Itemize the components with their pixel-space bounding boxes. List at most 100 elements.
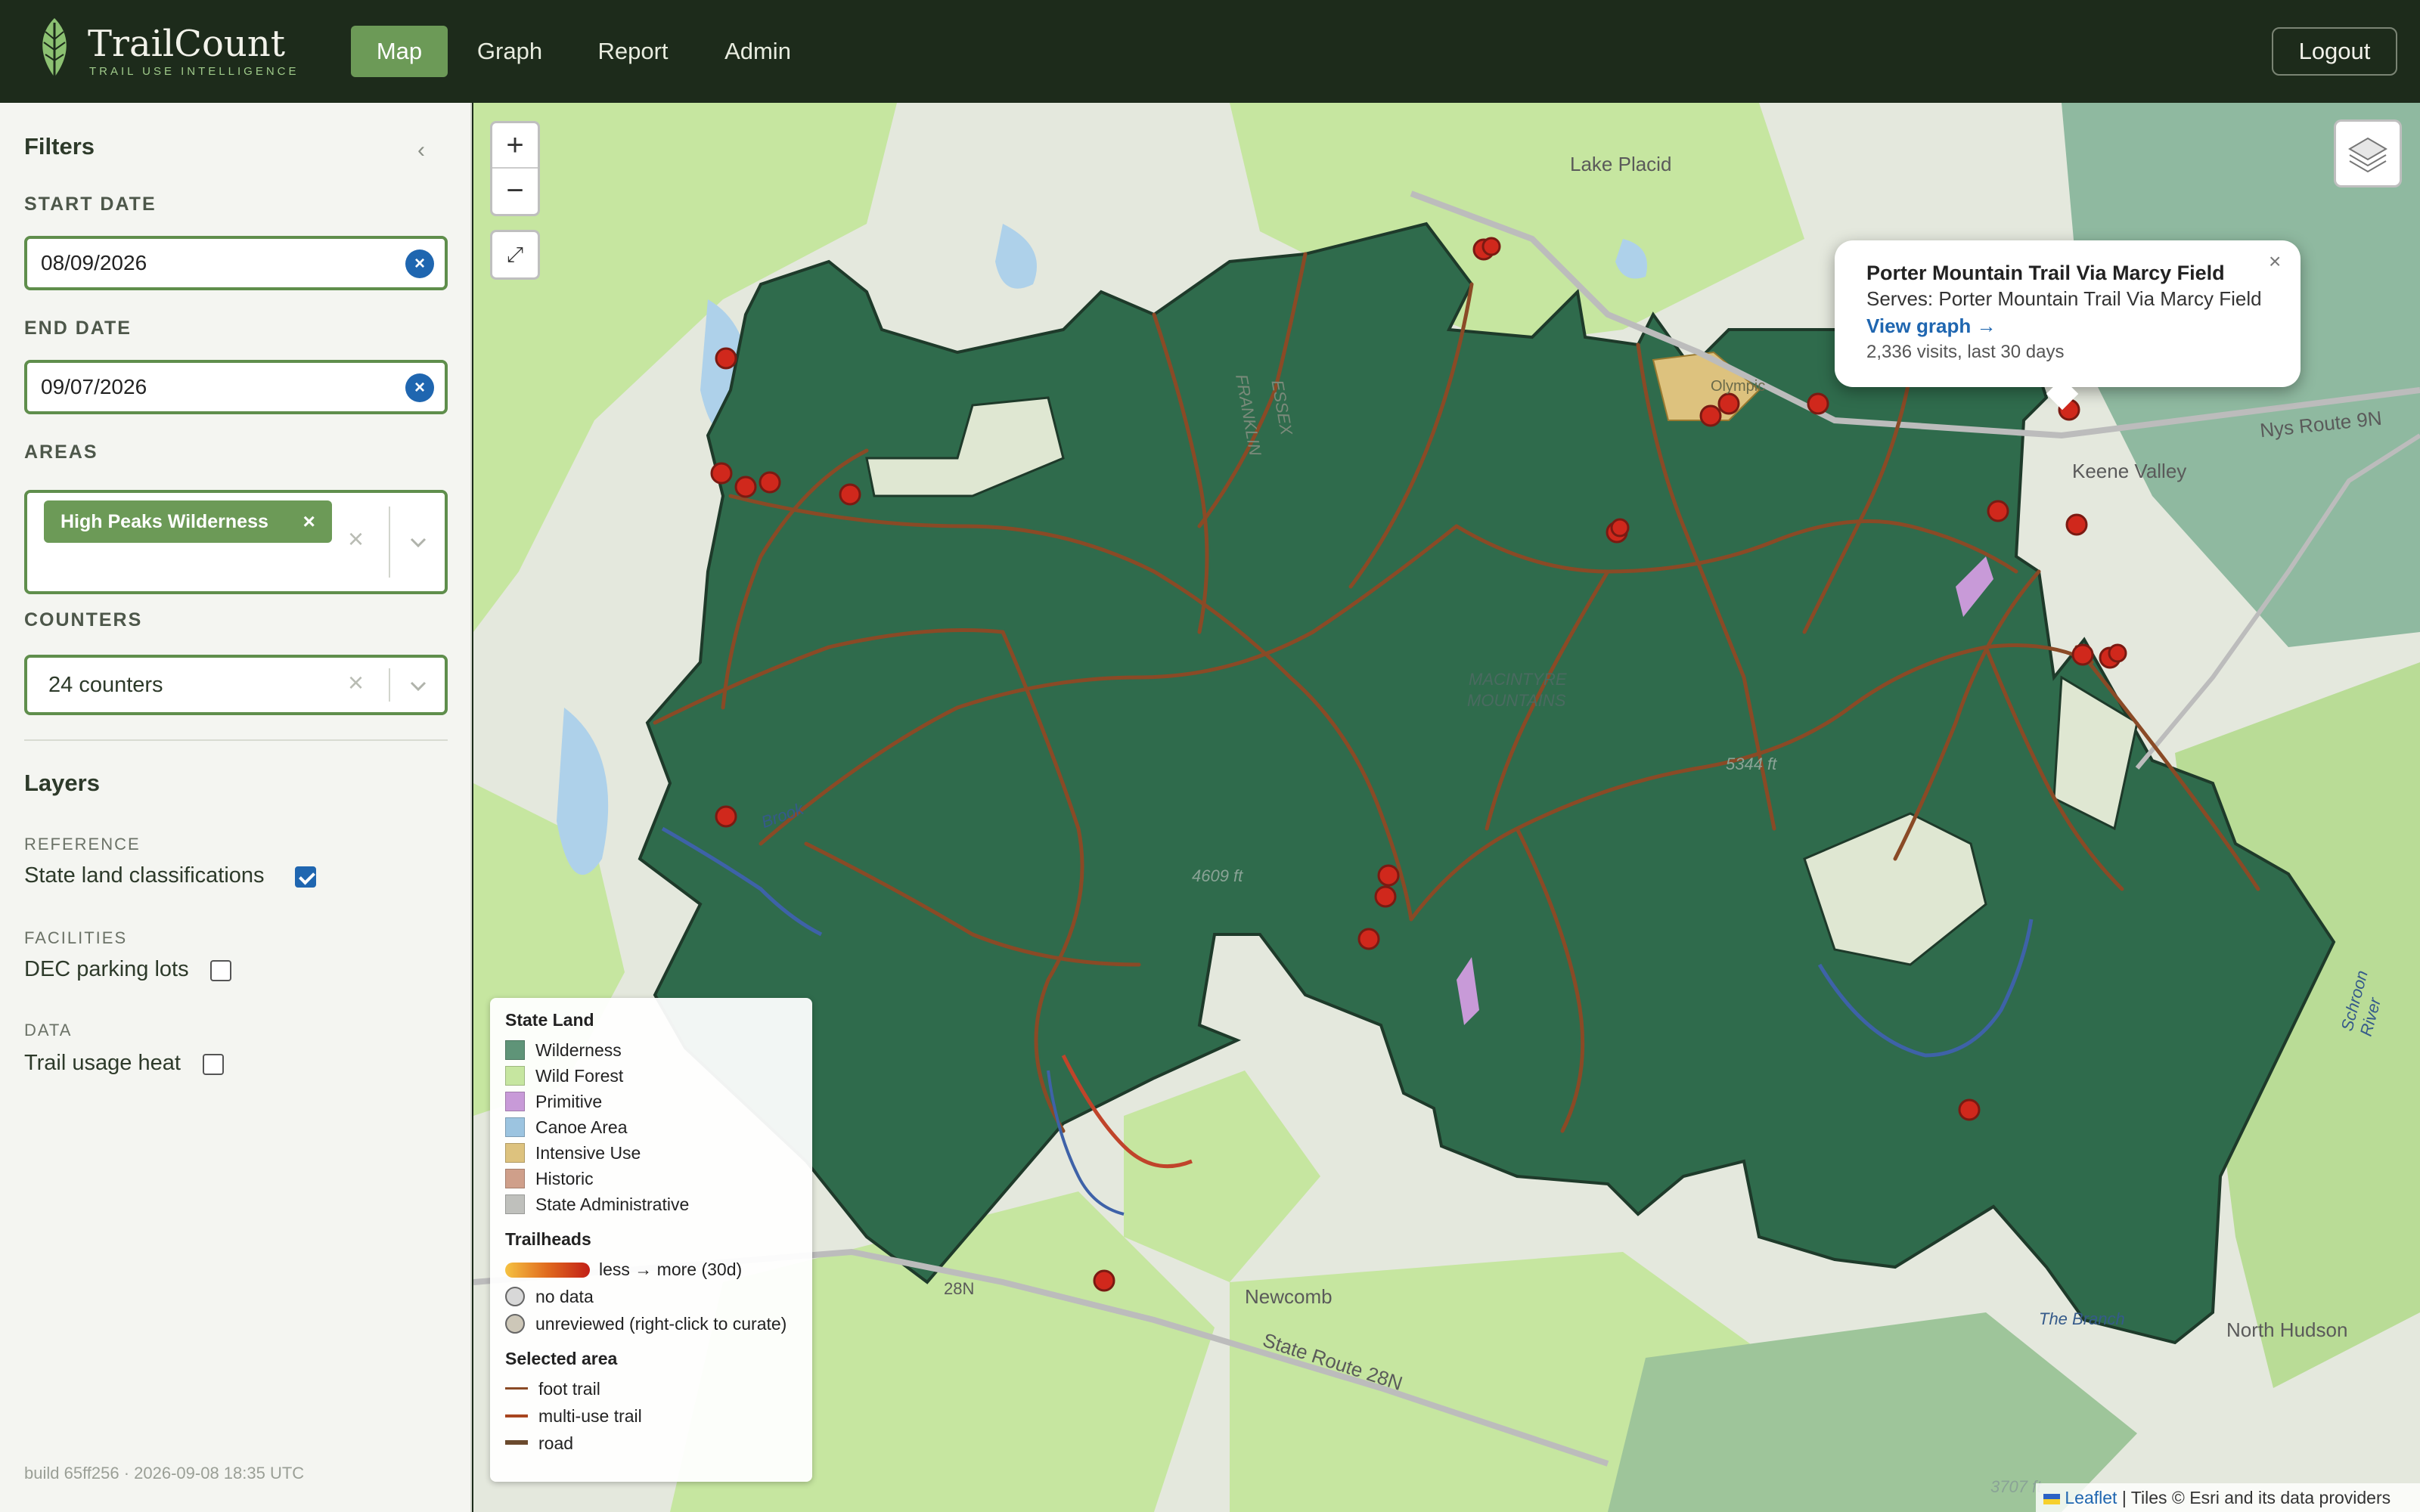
select-separator [389, 668, 390, 702]
historic-swatch [505, 1169, 525, 1188]
usage-ramp [505, 1263, 590, 1278]
trail-heat-checkbox[interactable] [203, 1054, 224, 1075]
map-legend: State Land Wilderness Wild Forest Primit… [490, 998, 812, 1482]
layers-button[interactable] [2334, 119, 2402, 187]
state-admin-swatch [505, 1194, 525, 1214]
parking-lots-checkbox[interactable] [210, 960, 231, 981]
unreviewed-dot [505, 1314, 525, 1334]
expand-icon[interactable]: ⤢ [490, 230, 540, 280]
top-bar: TrailCount TRAIL USE INTELLIGENCE Map Gr… [0, 0, 2420, 103]
legend-label: multi-use trail [538, 1406, 642, 1426]
legend-label: unreviewed (right-click to curate) [535, 1314, 787, 1334]
map-label-elev-5344: 5344 ft [1726, 754, 1777, 773]
legend-label: State Administrative [535, 1194, 690, 1214]
road-line [505, 1440, 528, 1445]
nav-tab-admin[interactable]: Admin [711, 26, 805, 77]
tiles-credit: | Tiles © Esri and its data providers [2121, 1488, 2391, 1507]
popup-serves: Serves: Porter Mountain Trail Via Marcy … [1866, 287, 2262, 310]
end-date-input[interactable] [41, 363, 389, 411]
legend-label: Primitive [535, 1092, 603, 1111]
chevron-down-icon[interactable] [407, 531, 430, 553]
brand-name: TrailCount [88, 23, 286, 65]
leaf-logo-icon [42, 18, 67, 77]
legend-label: no data [535, 1287, 594, 1306]
map-label-elev-4609: 4609 ft [1192, 866, 1243, 885]
counters-value: 24 counters [48, 673, 163, 697]
map-label-keene-valley: Keene Valley [2072, 460, 2187, 482]
counters-label: COUNTERS [24, 609, 143, 631]
build-info: build 65ff256 · 2026-09-08 18:35 UTC [24, 1464, 305, 1483]
layer-label-state-land: State land classifications [24, 863, 265, 888]
select-separator [389, 507, 390, 578]
area-chip-label: High Peaks Wilderness [60, 511, 268, 532]
legend-label: Historic [535, 1169, 594, 1188]
legend-label: Canoe Area [535, 1117, 628, 1137]
layer-section-reference: REFERENCE [24, 835, 141, 854]
layer-section-facilities: FACILITIES [24, 928, 128, 947]
counters-select[interactable]: 24 counters × [24, 655, 448, 715]
legend-label: Intensive Use [535, 1143, 641, 1163]
view-graph-link[interactable]: View graph → [1866, 314, 1996, 338]
popup-title: Porter Mountain Trail Via Marcy Field [1866, 262, 2225, 284]
brand-tagline: TRAIL USE INTELLIGENCE [89, 65, 299, 78]
layer-label-parking: DEC parking lots [24, 957, 189, 981]
area-chip: High Peaks Wilderness × [44, 500, 332, 543]
wild-forest-swatch [505, 1066, 525, 1086]
canoe-area-swatch [505, 1117, 525, 1137]
chevron-down-icon[interactable] [407, 674, 430, 697]
legend-state-land-title: State Land [505, 1010, 594, 1030]
leaflet-link[interactable]: Leaflet [2065, 1488, 2117, 1507]
start-date-field[interactable]: × [24, 236, 448, 290]
map-attribution: Leaflet | Tiles © Esri and its data prov… [2036, 1483, 2420, 1512]
start-date-input[interactable] [41, 239, 389, 287]
layers-title: Layers [24, 770, 100, 796]
clear-counters-icon[interactable]: × [348, 667, 364, 699]
legend-label: Wild Forest [535, 1066, 624, 1086]
end-date-label: END DATE [24, 318, 132, 339]
filters-sidebar: Filters ‹ START DATE × END DATE × AREAS … [0, 103, 472, 1512]
filters-title: Filters [24, 133, 95, 160]
areas-select[interactable]: High Peaks Wilderness × × [24, 490, 448, 594]
areas-label: AREAS [24, 442, 98, 463]
sidebar-divider [24, 739, 448, 741]
nav-tab-graph[interactable]: Graph [464, 26, 555, 77]
popup-visits: 2,336 visits, last 30 days [1866, 342, 2065, 362]
clear-start-date-icon[interactable]: × [405, 249, 434, 278]
map-label-macintyre: MACINTYRE [1469, 670, 1567, 689]
map-label-branch: The Branch [2039, 1309, 2125, 1328]
close-icon[interactable]: × [2269, 249, 2281, 274]
chevron-left-icon[interactable]: ‹ [417, 138, 425, 163]
nav-tab-map[interactable]: Map [351, 26, 448, 77]
legend-label: less → more (30d) [599, 1259, 743, 1279]
state-land-checkbox[interactable] [295, 866, 316, 888]
clear-end-date-icon[interactable]: × [405, 373, 434, 402]
legend-label: Wilderness [535, 1040, 622, 1060]
map-view[interactable]: Lake Placid Keene Valley Newcomb North H… [473, 103, 2420, 1512]
wilderness-swatch [505, 1040, 525, 1060]
intensive-use-swatch [505, 1143, 525, 1163]
foot-trail-line [505, 1387, 528, 1390]
legend-label: road [538, 1433, 574, 1453]
layer-section-data: DATA [24, 1021, 73, 1040]
zoom-in-button[interactable]: + [492, 123, 538, 169]
layers-icon [2348, 137, 2387, 173]
multi-use-line [505, 1414, 528, 1418]
map-label-lake-placid: Lake Placid [1570, 153, 1672, 175]
map-label-elev-3707: 3707 ft [1990, 1477, 2042, 1496]
zoom-out-button[interactable]: − [492, 169, 538, 214]
start-date-label: START DATE [24, 194, 157, 215]
map-label-newcomb: Newcomb [1245, 1285, 1333, 1308]
nav-tab-report[interactable]: Report [582, 26, 684, 77]
remove-chip-icon[interactable]: × [303, 500, 315, 543]
ukraine-flag-icon [2043, 1493, 2060, 1504]
logout-button[interactable]: Logout [2272, 27, 2397, 76]
end-date-field[interactable]: × [24, 360, 448, 414]
map-label-28n: 28N [944, 1279, 975, 1298]
layer-label-heat: Trail usage heat [24, 1051, 181, 1075]
primitive-swatch [505, 1092, 525, 1111]
map-label-olympic: Olympic [1711, 378, 1766, 395]
clear-areas-icon[interactable]: × [348, 523, 364, 555]
map-label-mountains: MOUNTAINS [1467, 691, 1566, 710]
legend-label: foot trail [538, 1379, 600, 1399]
legend-trailheads-title: Trailheads [505, 1229, 591, 1249]
